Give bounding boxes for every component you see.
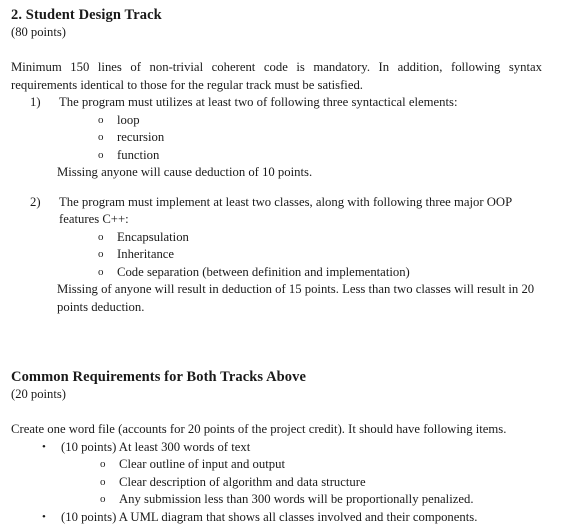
circle-marker-icon: o <box>98 246 104 264</box>
list-item: o Encapsulation <box>79 229 542 247</box>
list-marker: 2) <box>30 194 54 212</box>
list-item: 2) The program must implement at least t… <box>11 194 542 317</box>
sub-list-item-label: Inheritance <box>117 247 174 261</box>
bullet-marker-icon: • <box>42 509 46 526</box>
requirements-list-student-design-track: 1) The program must utilizes at least tw… <box>11 94 542 316</box>
circle-marker-icon: o <box>98 147 104 165</box>
sub-list-item-label: Any submission less than 300 words will … <box>119 492 474 506</box>
intro-paragraph-common-requirements: Create one word file (accounts for 20 po… <box>11 421 542 439</box>
sub-list-item-label: function <box>117 148 159 162</box>
bullet-marker-icon: • <box>42 439 46 457</box>
circle-marker-icon: o <box>98 112 104 130</box>
section-heading-common-requirements: Common Requirements for Both Tracks Abov… <box>11 368 542 386</box>
circle-marker-icon: o <box>98 129 104 147</box>
spacer <box>11 402 542 421</box>
list-item: o loop <box>79 112 542 130</box>
sub-list-item-label: loop <box>117 113 140 127</box>
section-points-student-design-track: (80 points) <box>11 24 542 40</box>
list-item: 1) The program must utilizes at least tw… <box>11 94 542 182</box>
list-item-label: (10 points) At least 300 words of text <box>61 440 250 454</box>
list-item: • (10 points) At least 300 words of text… <box>11 439 542 509</box>
list-item-label: The program must utilizes at least two o… <box>59 94 542 112</box>
circle-marker-icon: o <box>100 474 106 492</box>
intro-paragraph-student-design-track: Minimum 150 lines of non-trivial coheren… <box>11 59 542 94</box>
list-item: o Any submission less than 300 words wil… <box>81 491 542 509</box>
list-item: o Clear description of algorithm and dat… <box>81 474 542 492</box>
list-marker: 1) <box>30 94 54 112</box>
list-item: o Inheritance <box>79 246 542 264</box>
spacer <box>11 182 542 194</box>
sub-list: o Encapsulation o Inheritance o Code sep… <box>79 229 542 282</box>
circle-marker-icon: o <box>100 456 106 474</box>
list-item: o Clear outline of input and output <box>81 456 542 474</box>
deduction-note: Missing of anyone will result in deducti… <box>57 281 542 316</box>
sub-list: o Clear outline of input and output o Cl… <box>81 456 542 509</box>
list-item: o function <box>79 147 542 165</box>
sub-list-item-label: Encapsulation <box>117 230 189 244</box>
sub-list-item-label: Code separation (between definition and … <box>117 265 410 279</box>
sub-list-item-label: Clear description of algorithm and data … <box>119 475 366 489</box>
document-page: 2. Student Design Track (80 points) Mini… <box>0 0 561 513</box>
list-item-label: (10 points) A UML diagram that shows all… <box>61 510 477 524</box>
deduction-note: Missing anyone will cause deduction of 1… <box>57 164 542 182</box>
list-item: o Code separation (between definition an… <box>79 264 542 282</box>
circle-marker-icon: o <box>100 491 106 509</box>
sub-list-item-label: Clear outline of input and output <box>119 457 285 471</box>
sub-list-item-label: recursion <box>117 130 164 144</box>
list-item-label: The program must implement at least two … <box>59 194 542 229</box>
list-item: • (10 points) A UML diagram that shows a… <box>11 509 542 526</box>
sub-list: o loop o recursion o function <box>79 112 542 165</box>
list-item: o recursion <box>79 129 542 147</box>
spacer <box>11 316 542 368</box>
section-heading-student-design-track: 2. Student Design Track <box>11 6 542 24</box>
section-points-common-requirements: (20 points) <box>11 386 542 402</box>
circle-marker-icon: o <box>98 264 104 282</box>
spacer <box>11 40 542 59</box>
circle-marker-icon: o <box>98 229 104 247</box>
